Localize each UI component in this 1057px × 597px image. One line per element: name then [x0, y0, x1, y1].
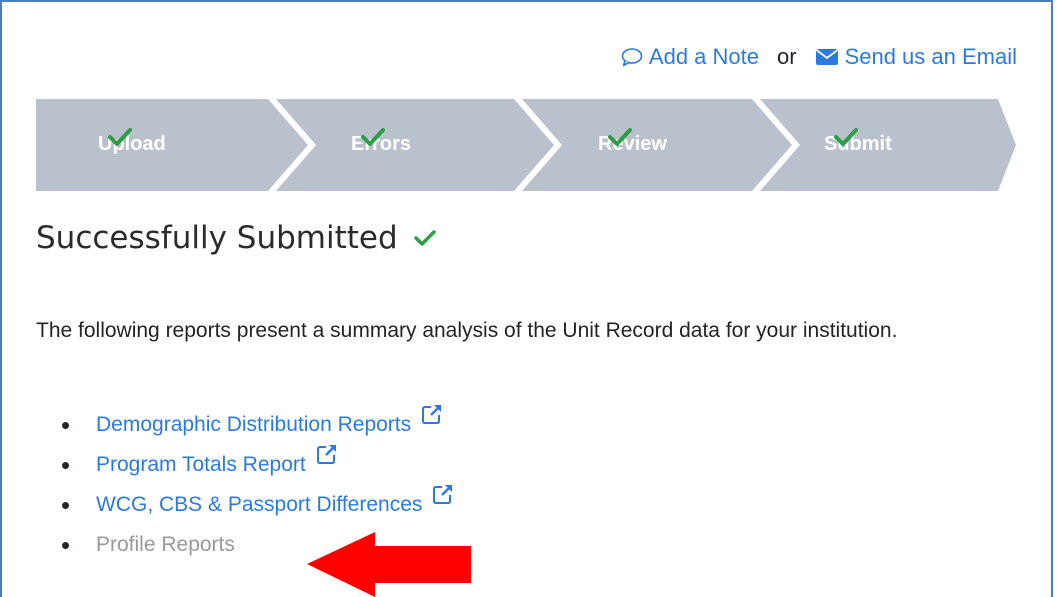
report-label-disabled: Profile Reports	[96, 533, 235, 556]
report-label: WCG, CBS & Passport Differences	[96, 493, 423, 516]
report-link-differences[interactable]: WCG, CBS & Passport Differences	[96, 493, 428, 516]
page-title: Successfully Submitted	[36, 220, 436, 256]
check-icon	[834, 128, 858, 146]
bullet	[62, 422, 69, 429]
send-email-link[interactable]: Send us an Email	[815, 44, 1017, 70]
annotation-arrow-icon	[307, 532, 471, 597]
description-text: The following reports present a summary …	[36, 319, 898, 342]
check-icon	[608, 128, 632, 146]
check-icon	[413, 230, 436, 246]
check-icon	[361, 128, 385, 146]
header-links: Add a Note or Send us an Email	[621, 44, 1017, 70]
external-link-icon[interactable]	[432, 483, 454, 505]
external-link-icon[interactable]	[421, 403, 443, 425]
page-title-text: Successfully Submitted	[36, 220, 398, 256]
comment-icon	[621, 48, 643, 67]
add-note-link[interactable]: Add a Note	[621, 44, 759, 70]
progress-steps: Upload Errors Review Submit	[36, 99, 1016, 191]
bullet	[62, 462, 69, 469]
step-upload[interactable]: Upload	[98, 127, 166, 161]
list-item: Demographic Distribution Reports	[60, 405, 454, 445]
check-icon	[108, 128, 132, 146]
report-link-demographic[interactable]: Demographic Distribution Reports	[96, 413, 417, 436]
external-link-icon[interactable]	[316, 443, 338, 465]
step-review[interactable]: Review	[598, 127, 667, 161]
add-note-label: Add a Note	[648, 44, 759, 69]
bullet	[62, 502, 69, 509]
links-separator: or	[777, 44, 797, 69]
list-item: WCG, CBS & Passport Differences	[60, 485, 454, 525]
step-errors[interactable]: Errors	[351, 127, 411, 161]
report-label: Demographic Distribution Reports	[96, 413, 412, 436]
list-item: Program Totals Report	[60, 445, 454, 485]
send-email-label: Send us an Email	[844, 44, 1017, 69]
report-link-program-totals[interactable]: Program Totals Report	[96, 453, 312, 476]
envelope-icon	[815, 49, 838, 65]
step-submit[interactable]: Submit	[824, 127, 892, 161]
report-label: Program Totals Report	[96, 453, 306, 476]
bullet	[62, 542, 69, 549]
